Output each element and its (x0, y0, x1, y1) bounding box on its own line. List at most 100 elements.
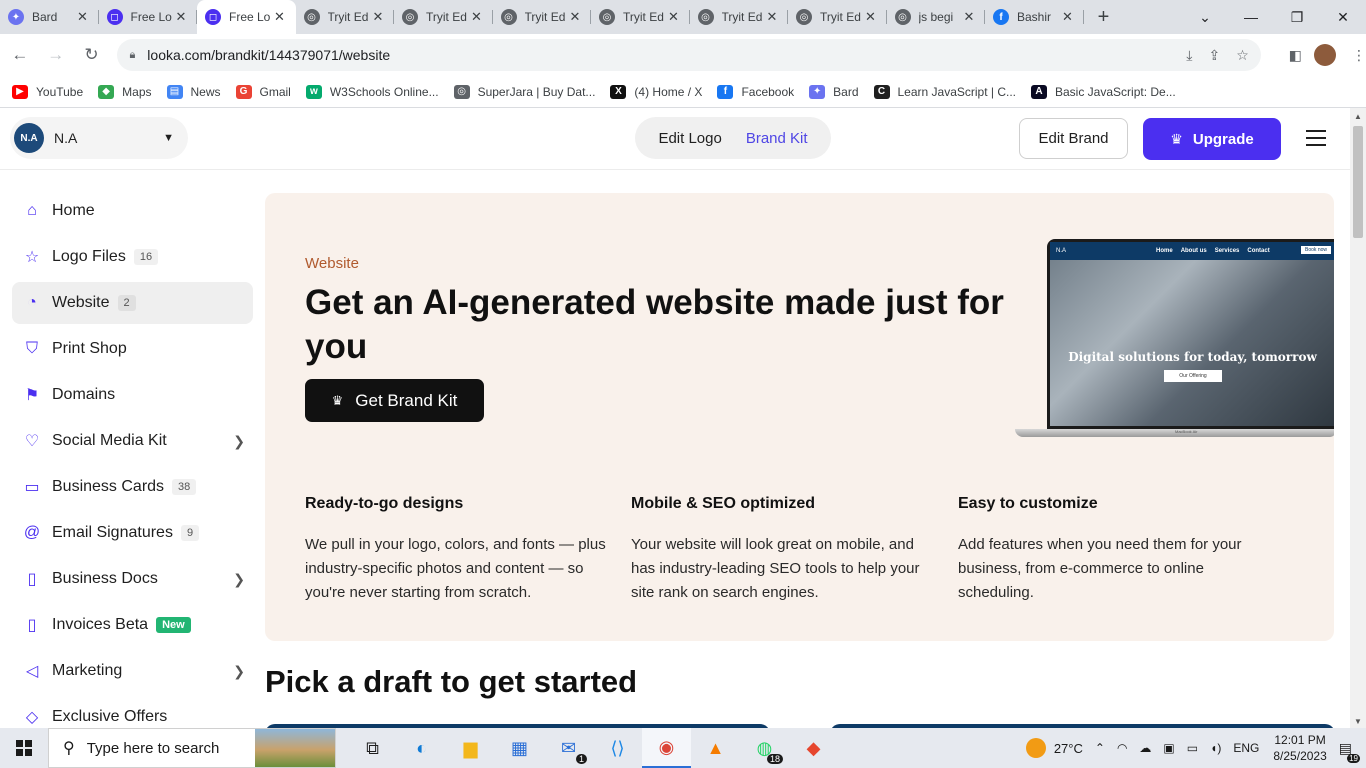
tab-close-icon[interactable]: ✕ (666, 9, 682, 25)
vscode-icon[interactable]: ⟨⟩ (593, 728, 642, 768)
browser-tab[interactable]: ✦ Bard ✕ (0, 0, 99, 34)
volume-icon[interactable]: ◖) (1210, 741, 1221, 755)
sidebar-item-email-signatures[interactable]: @ Email Signatures 9 (12, 512, 253, 554)
browser-tab[interactable]: ◎ js begi ✕ (887, 0, 986, 34)
browser-tab[interactable]: ◻ Free Lo ✕ (99, 0, 198, 34)
close-window-button[interactable]: ✕ (1320, 0, 1366, 34)
scroll-up-arrow[interactable]: ▲ (1350, 112, 1366, 121)
sidebar-item-domains[interactable]: ⚑ Domains (12, 374, 253, 416)
chevron-right-icon[interactable]: ❯ (233, 433, 245, 450)
sidebar-item-print-shop[interactable]: ⛉ Print Shop (12, 328, 253, 370)
tab-close-icon[interactable]: ✕ (863, 9, 879, 25)
brand-selector[interactable]: N.A N.A ▼ (10, 117, 188, 159)
sidebar-item-label: Invoices Beta (52, 616, 149, 633)
side-panel-icon[interactable]: ◧ (1289, 47, 1302, 64)
notification-icon[interactable]: ▤ 19 (1339, 740, 1360, 763)
get-brand-kit-button[interactable]: ♛ Get Brand Kit (305, 379, 484, 422)
scroll-down-arrow[interactable]: ▼ (1350, 717, 1366, 726)
start-button[interactable] (0, 728, 48, 768)
forward-button[interactable]: → (40, 39, 72, 71)
bookmark-item[interactable]: ✦ Bard (809, 84, 859, 99)
menu-kebab-icon[interactable]: ⋮ (1352, 47, 1366, 64)
battery-icon[interactable]: ▭ (1187, 741, 1198, 755)
sidebar-item-exclusive-offers[interactable]: ◇ Exclusive Offers (12, 696, 253, 728)
chrome-icon[interactable]: ◉ (642, 728, 691, 768)
bookmark-item[interactable]: ◆ Maps (98, 84, 152, 99)
tab-close-icon[interactable]: ✕ (75, 9, 91, 25)
edit-logo-tab[interactable]: Edit Logo (658, 130, 721, 147)
chevron-up-icon[interactable]: ⌃ (1095, 741, 1105, 755)
page-scrollbar[interactable]: ▲ ▼ (1350, 108, 1366, 728)
sidebar-item-business-docs[interactable]: ▯ Business Docs ❯ (12, 558, 253, 600)
browser-tab[interactable]: ◻ Free Lo ✕ (197, 0, 296, 34)
task-view-icon[interactable]: ⧉ (348, 728, 397, 768)
tab-close-icon[interactable]: ✕ (1060, 9, 1076, 25)
sidebar-item-marketing[interactable]: ◁ Marketing ❯ (12, 650, 253, 692)
tab-close-icon[interactable]: ✕ (469, 9, 485, 25)
sidebar-item-invoices-beta[interactable]: ▯ Invoices Beta New (12, 604, 253, 646)
sidebar-item-social-media-kit[interactable]: ♡ Social Media Kit ❯ (12, 420, 253, 462)
weather-temp[interactable]: 27°C (1054, 741, 1083, 756)
bookmark-item[interactable]: w W3Schools Online... (305, 84, 439, 99)
chevron-right-icon[interactable]: ❯ (233, 663, 245, 680)
browser-tab[interactable]: ◎ Tryit Ed ✕ (493, 0, 592, 34)
sidebar-item-business-cards[interactable]: ▭ Business Cards 38 (12, 466, 253, 508)
bookmark-item[interactable]: ▶ YouTube (12, 84, 83, 99)
chevron-right-icon[interactable]: ❯ (233, 571, 245, 588)
sidebar-item-logo-files[interactable]: ☆ Logo Files 16 (12, 236, 253, 278)
browser-tab[interactable]: f Bashir ✕ (985, 0, 1084, 34)
bookmark-item[interactable]: A Basic JavaScript: De... (1031, 84, 1176, 99)
brand-kit-tab[interactable]: Brand Kit (746, 130, 808, 147)
browser-tab[interactable]: ◎ Tryit Ed ✕ (296, 0, 395, 34)
url-text[interactable]: looka.com/brandkit/144379071/website (147, 47, 1170, 63)
tab-close-icon[interactable]: ✕ (272, 9, 288, 25)
browser-tab[interactable]: ◎ Tryit Ed ✕ (690, 0, 789, 34)
tab-close-icon[interactable]: ✕ (173, 9, 189, 25)
tab-close-icon[interactable]: ✕ (567, 9, 583, 25)
reload-button[interactable]: ↻ (76, 39, 108, 71)
bookmark-item[interactable]: C Learn JavaScript | C... (873, 84, 1016, 99)
file-explorer-icon[interactable]: ▆ (446, 728, 495, 768)
vlc-icon[interactable]: ▲ (691, 728, 740, 768)
clock[interactable]: 12:01 PM 8/25/2023 (1273, 732, 1326, 764)
taskbar-search[interactable]: ⚲ Type here to search (48, 728, 336, 768)
tab-close-icon[interactable]: ✕ (764, 9, 780, 25)
upgrade-button[interactable]: ♛ Upgrade (1143, 118, 1281, 160)
whatsapp-icon[interactable]: ◍ 18 (740, 728, 789, 768)
meet-now-icon[interactable]: ▣ (1163, 741, 1174, 755)
wifi-icon[interactable]: ◠ (1117, 741, 1127, 755)
bookmark-star-icon[interactable]: ☆ (1236, 47, 1249, 64)
browser-tab[interactable]: ◎ Tryit Ed ✕ (591, 0, 690, 34)
bookmark-item[interactable]: ▤ News (166, 84, 221, 99)
address-bar[interactable]: 🔒︎ looka.com/brandkit/144379071/website … (117, 39, 1261, 71)
minimize-button[interactable]: — (1228, 0, 1274, 34)
weather-sun-icon[interactable] (1025, 738, 1046, 758)
tab-search-icon[interactable]: ⌄ (1182, 0, 1228, 34)
bookmark-item[interactable]: f Facebook (717, 84, 794, 99)
install-icon[interactable]: ⤓ (1186, 47, 1192, 64)
lock-icon[interactable]: 🔒︎ (129, 49, 135, 62)
scrollbar-thumb[interactable] (1353, 126, 1363, 238)
language-indicator[interactable]: ENG (1233, 741, 1259, 755)
store-icon[interactable]: ▦ (495, 728, 544, 768)
browser-tab[interactable]: ◎ Tryit Ed ✕ (788, 0, 887, 34)
browser-tab[interactable]: ◎ Tryit Ed ✕ (394, 0, 493, 34)
bookmark-item[interactable]: ◎ SuperJara | Buy Dat... (453, 84, 595, 99)
new-tab-button[interactable]: + (1084, 0, 1124, 34)
app-drop-icon[interactable]: ◆ (789, 728, 838, 768)
profile-avatar[interactable] (1314, 44, 1336, 66)
hamburger-menu-icon[interactable] (1306, 130, 1326, 146)
tab-close-icon[interactable]: ✕ (961, 9, 977, 25)
mail-icon[interactable]: ✉ 1 (544, 728, 593, 768)
sidebar-item-website[interactable]: ◔ Website 2 (12, 282, 253, 324)
edit-brand-button[interactable]: Edit Brand (1019, 118, 1128, 159)
sidebar-item-home[interactable]: ⌂ Home (12, 190, 253, 232)
bookmark-item[interactable]: X (4) Home / X (610, 84, 702, 99)
tab-close-icon[interactable]: ✕ (370, 9, 386, 25)
bookmark-item[interactable]: G Gmail (235, 84, 291, 99)
edge-icon[interactable]: ◐ (397, 728, 446, 768)
cloud-icon[interactable]: ☁ (1139, 741, 1151, 755)
restore-button[interactable]: ❐ (1274, 0, 1320, 34)
back-button[interactable]: ← (4, 39, 36, 71)
share-icon[interactable]: ⇪ (1208, 47, 1220, 64)
